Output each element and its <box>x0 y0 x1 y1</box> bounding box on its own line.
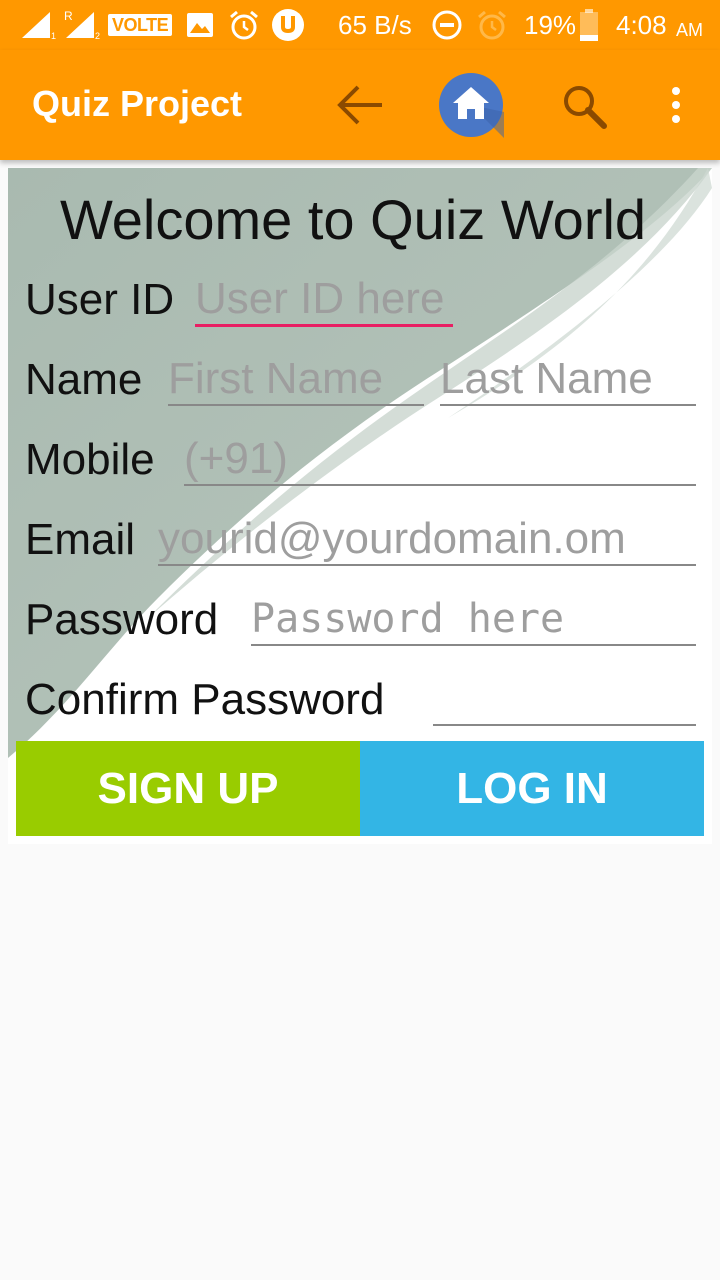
home-button[interactable] <box>438 72 504 138</box>
battery-icon <box>580 9 598 41</box>
alarm-icon <box>230 10 258 40</box>
clock-ampm: AM <box>676 19 703 40</box>
password-input[interactable]: Password here <box>251 594 696 646</box>
back-arrow-icon <box>337 85 382 125</box>
email-placeholder: yourid@yourdomain.om <box>158 514 626 563</box>
welcome-heading: Welcome to Quiz World <box>59 188 647 251</box>
do-not-disturb-icon <box>432 10 462 40</box>
mobile-placeholder: (+91) <box>184 434 288 483</box>
name-label: Name <box>25 355 143 404</box>
signup-card: Welcome to Quiz World User ID User ID he… <box>8 168 712 844</box>
back-button[interactable] <box>330 78 390 132</box>
email-input[interactable]: yourid@yourdomain.om <box>158 514 696 566</box>
user-id-placeholder: User ID here <box>195 274 445 323</box>
first-name-placeholder: First Name <box>168 354 384 403</box>
svg-text:1: 1 <box>51 31 56 40</box>
app-bar: Quiz Project <box>0 50 720 160</box>
last-name-input[interactable]: Last Name <box>440 354 696 406</box>
signup-button[interactable]: SIGN UP <box>16 741 360 836</box>
login-button[interactable]: LOG IN <box>360 741 704 836</box>
screen: 1 R 2 VOLTE 65 B/s 19% 4:08 AM Quiz Proj… <box>0 0 720 1280</box>
confirm-password-input[interactable] <box>433 674 696 726</box>
search-button[interactable] <box>556 78 612 134</box>
clock-time: 4:08 <box>616 9 667 40</box>
overflow-menu-icon <box>672 87 680 123</box>
roaming-signal-icon: R 2 <box>64 9 100 40</box>
app-title: Quiz Project <box>32 83 243 124</box>
alarm-faded-icon <box>478 10 506 40</box>
first-name-input[interactable]: First Name <box>168 354 424 406</box>
mobile-label: Mobile <box>25 435 155 484</box>
password-placeholder: Password here <box>251 596 565 642</box>
user-id-input[interactable]: User ID here <box>195 274 453 327</box>
svg-text:2: 2 <box>95 31 100 40</box>
volte-badge: VOLTE <box>108 14 173 36</box>
mobile-input[interactable]: (+91) <box>184 434 696 486</box>
torrent-icon <box>272 9 304 41</box>
last-name-placeholder: Last Name <box>440 354 653 403</box>
signal-icon: 1 <box>22 12 56 40</box>
email-label: Email <box>25 515 136 564</box>
home-icon <box>439 73 504 138</box>
image-icon <box>187 13 213 37</box>
svg-text:R: R <box>64 9 73 23</box>
password-label: Password <box>25 595 219 644</box>
user-id-label: User ID <box>25 275 175 324</box>
search-icon <box>564 86 607 129</box>
network-speed: 65 B/s <box>338 9 412 40</box>
battery-percent: 19% <box>524 9 577 40</box>
confirm-password-label: Confirm Password <box>25 675 385 724</box>
status-bar: 1 R 2 VOLTE 65 B/s 19% 4:08 AM <box>0 0 720 50</box>
overflow-menu-button[interactable] <box>660 80 692 130</box>
